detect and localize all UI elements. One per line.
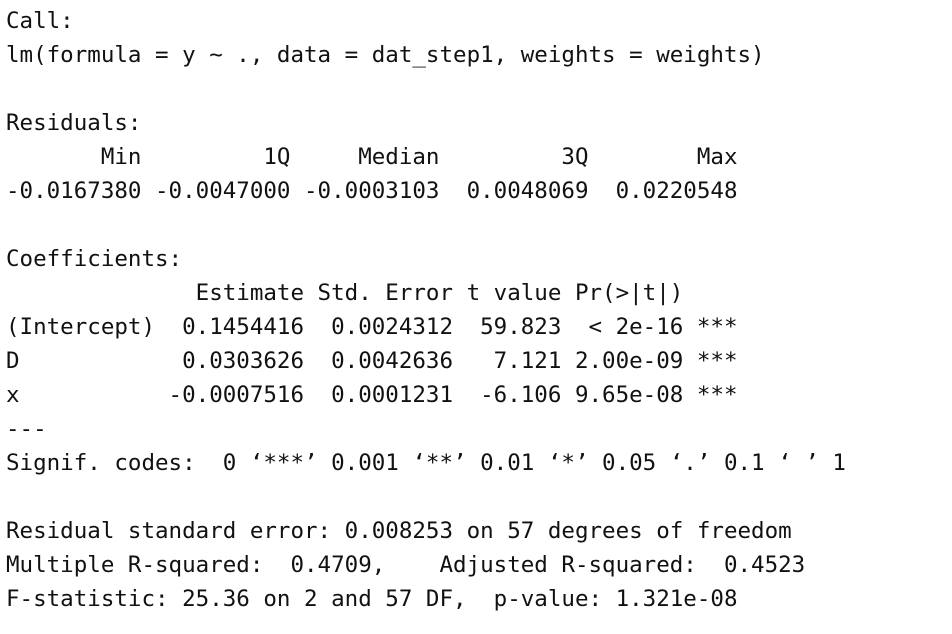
separator: --- [6, 416, 47, 442]
call-formula: lm(formula = y ~ ., data = dat_step1, we… [6, 42, 765, 68]
coefficient-row-x: x -0.0007516 0.0001231 -6.106 9.65e-08 *… [6, 382, 738, 408]
coefficient-row-intercept: (Intercept) 0.1454416 0.0024312 59.823 <… [6, 314, 738, 340]
residuals-header: Residuals: [6, 110, 142, 136]
coefficients-column-headers: Estimate Std. Error t value Pr(>|t|) [6, 280, 738, 306]
r-squared-line: Multiple R-squared: 0.4709, Adjusted R-s… [6, 552, 819, 578]
residuals-labels: Min 1Q Median 3Q Max [6, 144, 752, 170]
residuals-values: -0.0167380 -0.0047000 -0.0003103 0.00480… [6, 178, 752, 204]
call-header: Call: [6, 8, 74, 34]
coefficients-header: Coefficients: [6, 246, 183, 272]
signif-codes: Signif. codes: 0 ‘***’ 0.001 ‘**’ 0.01 ‘… [6, 450, 846, 476]
r-console-output: Call: lm(formula = y ~ ., data = dat_ste… [6, 4, 946, 616]
f-statistic-line: F-statistic: 25.36 on 2 and 57 DF, p-val… [6, 586, 738, 612]
residual-standard-error: Residual standard error: 0.008253 on 57 … [6, 518, 792, 544]
coefficient-row-d: D 0.0303626 0.0042636 7.121 2.00e-09 *** [6, 348, 738, 374]
